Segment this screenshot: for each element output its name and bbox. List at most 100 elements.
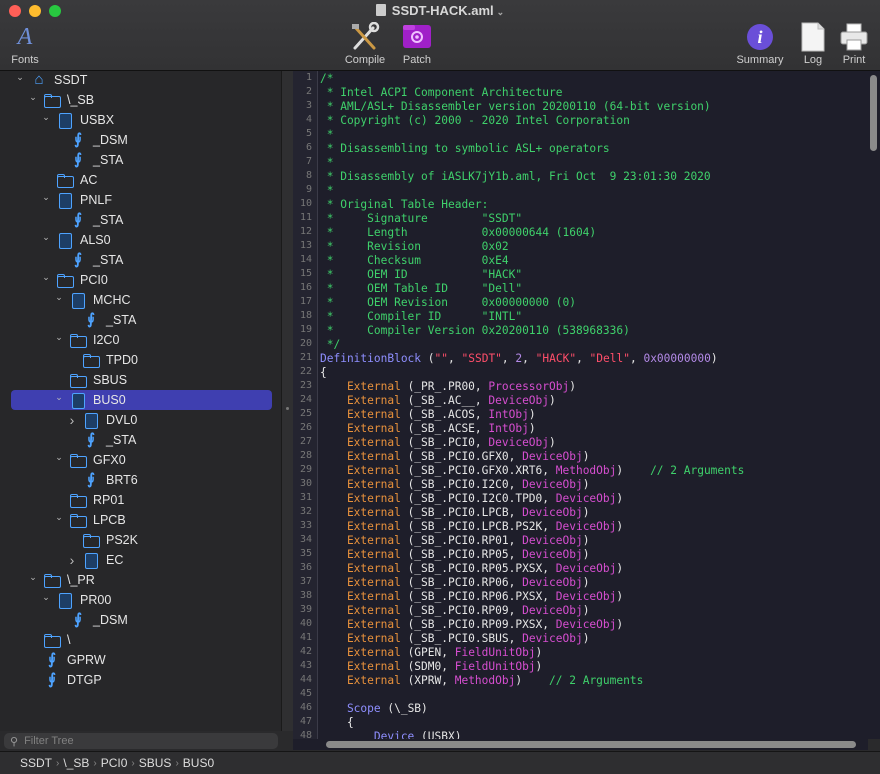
code-line[interactable]: External (_SB_.PCI0.RP06.PXSX, DeviceObj…: [320, 590, 623, 604]
tree-item[interactable]: ⌄ \_PR: [0, 570, 281, 590]
tree-item[interactable]: ⌄ ALS0: [0, 230, 281, 250]
code-line[interactable]: * Disassembling to symbolic ASL+ operato…: [320, 142, 610, 156]
tree-item[interactable]: ⨚ _STA: [0, 430, 281, 450]
code-line[interactable]: External (_SB_.ACOS, IntObj): [320, 408, 536, 422]
code-line[interactable]: * Disassembly of iASLK7jY1b.aml, Fri Oct…: [320, 170, 711, 184]
tree-item[interactable]: ⌄ BUS0: [11, 390, 272, 410]
log-button[interactable]: Log: [798, 22, 828, 66]
tree-item[interactable]: TPD0: [0, 350, 281, 370]
disclosure-open-icon[interactable]: ⌄: [53, 512, 65, 523]
code-line[interactable]: * Signature "SSDT": [320, 212, 522, 226]
tree-item[interactable]: ⌄ I2C0: [0, 330, 281, 350]
disclosure-open-icon[interactable]: ⌄: [40, 112, 52, 123]
disclosure-open-icon[interactable]: ⌄: [53, 452, 65, 463]
code-line[interactable]: *: [320, 184, 334, 198]
vertical-scrollbar[interactable]: [868, 71, 880, 739]
code-line[interactable]: {: [320, 716, 354, 730]
code-line[interactable]: * Copyright (c) 2000 - 2020 Intel Corpor…: [320, 114, 630, 128]
filter-tree-field[interactable]: ⚲: [4, 733, 278, 749]
code-line[interactable]: External (_SB_.PCI0.I2C0.TPD0, DeviceObj…: [320, 492, 623, 506]
tree-item[interactable]: ⌄ GFX0: [0, 450, 281, 470]
tree-item[interactable]: ⌄ LPCB: [0, 510, 281, 530]
code-line[interactable]: External (_SB_.PCI0.I2C0, DeviceObj): [320, 478, 590, 492]
disclosure-closed-icon[interactable]: ›: [66, 412, 78, 428]
disclosure-open-icon[interactable]: ⌄: [40, 192, 52, 203]
tree-item[interactable]: › EC: [0, 550, 281, 570]
tree-item[interactable]: ⨚ DTGP: [0, 670, 281, 690]
code-line[interactable]: */: [320, 338, 340, 352]
breadcrumb-item[interactable]: PCI0: [101, 756, 128, 770]
tree-item[interactable]: ⌄ ⌂ SSDT: [0, 71, 281, 90]
code-line[interactable]: External (_SB_.PCI0.SBUS, DeviceObj): [320, 632, 590, 646]
fonts-button[interactable]: A Fonts: [10, 22, 40, 66]
tree-item[interactable]: ⨚ _DSM: [0, 130, 281, 150]
code-line[interactable]: Device (USBX): [320, 730, 462, 739]
code-line[interactable]: Scope (\_SB): [320, 702, 428, 716]
vertical-scroll-thumb[interactable]: [870, 75, 877, 151]
tree-item[interactable]: › DVL0: [0, 410, 281, 430]
code-line[interactable]: External (_PR_.PR00, ProcessorObj): [320, 380, 576, 394]
horizontal-scroll-thumb[interactable]: [326, 741, 856, 748]
code-line[interactable]: * Original Table Header:: [320, 198, 489, 212]
code-line[interactable]: *: [320, 128, 334, 142]
code-line[interactable]: External (SDM0, FieldUnitObj): [320, 660, 542, 674]
code-line[interactable]: * Length 0x00000644 (1604): [320, 226, 596, 240]
tree-item[interactable]: ⨚ BRT6: [0, 470, 281, 490]
code-line[interactable]: * OEM ID "HACK": [320, 268, 522, 282]
breadcrumb-item[interactable]: \_SB: [63, 756, 89, 770]
tree-item[interactable]: ⨚ _DSM: [0, 610, 281, 630]
tree-item[interactable]: ⌄ PCI0: [0, 270, 281, 290]
code-line[interactable]: * Revision 0x02: [320, 240, 509, 254]
code-line[interactable]: * Checksum 0xE4: [320, 254, 509, 268]
breadcrumb-item[interactable]: BUS0: [183, 756, 214, 770]
code-line[interactable]: * Compiler ID "INTL": [320, 310, 522, 324]
code-line[interactable]: * OEM Revision 0x00000000 (0): [320, 296, 576, 310]
code-line[interactable]: External (_SB_.PCI0, DeviceObj): [320, 436, 556, 450]
code-line[interactable]: {: [320, 366, 327, 380]
code-line[interactable]: External (_SB_.AC__, DeviceObj): [320, 394, 556, 408]
code-line[interactable]: * Compiler Version 0x20200110 (538968336…: [320, 324, 630, 338]
print-button[interactable]: Print: [838, 22, 870, 66]
code-line[interactable]: External (XPRW, MethodObj) // 2 Argument…: [320, 674, 643, 688]
tree-item[interactable]: \: [0, 630, 281, 650]
code-line[interactable]: * Intel ACPI Component Architecture: [320, 86, 563, 100]
code-line[interactable]: External (GPEN, FieldUnitObj): [320, 646, 542, 660]
tree-item[interactable]: ⌄ USBX: [0, 110, 281, 130]
code-line[interactable]: *: [320, 156, 334, 170]
window-title[interactable]: SSDT-HACK.aml ⌄: [0, 3, 880, 18]
tree-item[interactable]: SBUS: [0, 370, 281, 390]
code-line[interactable]: External (_SB_.PCI0.RP09, DeviceObj): [320, 604, 590, 618]
tree-item[interactable]: ⨚ _STA: [0, 310, 281, 330]
tree-item[interactable]: ⨚ _STA: [0, 210, 281, 230]
tree-item[interactable]: ⨚ _STA: [0, 150, 281, 170]
tree-item[interactable]: RP01: [0, 490, 281, 510]
code-line[interactable]: External (_SB_.PCI0.RP05, DeviceObj): [320, 548, 590, 562]
code-line[interactable]: * AML/ASL+ Disassembler version 20200110…: [320, 100, 711, 114]
disclosure-open-icon[interactable]: ⌄: [27, 572, 39, 583]
disclosure-open-icon[interactable]: ⌄: [40, 592, 52, 603]
code-line[interactable]: External (_SB_.PCI0.RP01, DeviceObj): [320, 534, 590, 548]
tree-item[interactable]: ⨚ GPRW: [0, 650, 281, 670]
tree-item[interactable]: ⨚ _STA: [0, 250, 281, 270]
tree-item[interactable]: ⌄ \_SB: [0, 90, 281, 110]
disclosure-open-icon[interactable]: ⌄: [27, 92, 39, 103]
disclosure-closed-icon[interactable]: ›: [66, 552, 78, 568]
filter-tree-input[interactable]: [22, 734, 257, 748]
tree-item[interactable]: AC: [0, 170, 281, 190]
code-line[interactable]: External (_SB_.PCI0.LPCB, DeviceObj): [320, 506, 590, 520]
disclosure-open-icon[interactable]: ⌄: [53, 292, 65, 303]
compile-button[interactable]: Compile: [343, 21, 387, 66]
code-line[interactable]: External (_SB_.PCI0.RP06, DeviceObj): [320, 576, 590, 590]
tree-item[interactable]: ⌄ MCHC: [0, 290, 281, 310]
tree-item[interactable]: ⌄ PNLF: [0, 190, 281, 210]
code-line[interactable]: * OEM Table ID "Dell": [320, 282, 522, 296]
breadcrumb-item[interactable]: SSDT: [20, 756, 52, 770]
breadcrumb-item[interactable]: SBUS: [139, 756, 172, 770]
summary-button[interactable]: i Summary: [734, 22, 786, 66]
code-line[interactable]: /*: [320, 72, 333, 86]
disclosure-open-icon[interactable]: ⌄: [40, 232, 52, 243]
disclosure-open-icon[interactable]: ⌄: [53, 392, 65, 403]
code-line[interactable]: External (_SB_.PCI0.RP09.PXSX, DeviceObj…: [320, 618, 623, 632]
code-line[interactable]: External (_SB_.PCI0.LPCB.PS2K, DeviceObj…: [320, 520, 623, 534]
tree-item[interactable]: ⌄ PR00: [0, 590, 281, 610]
